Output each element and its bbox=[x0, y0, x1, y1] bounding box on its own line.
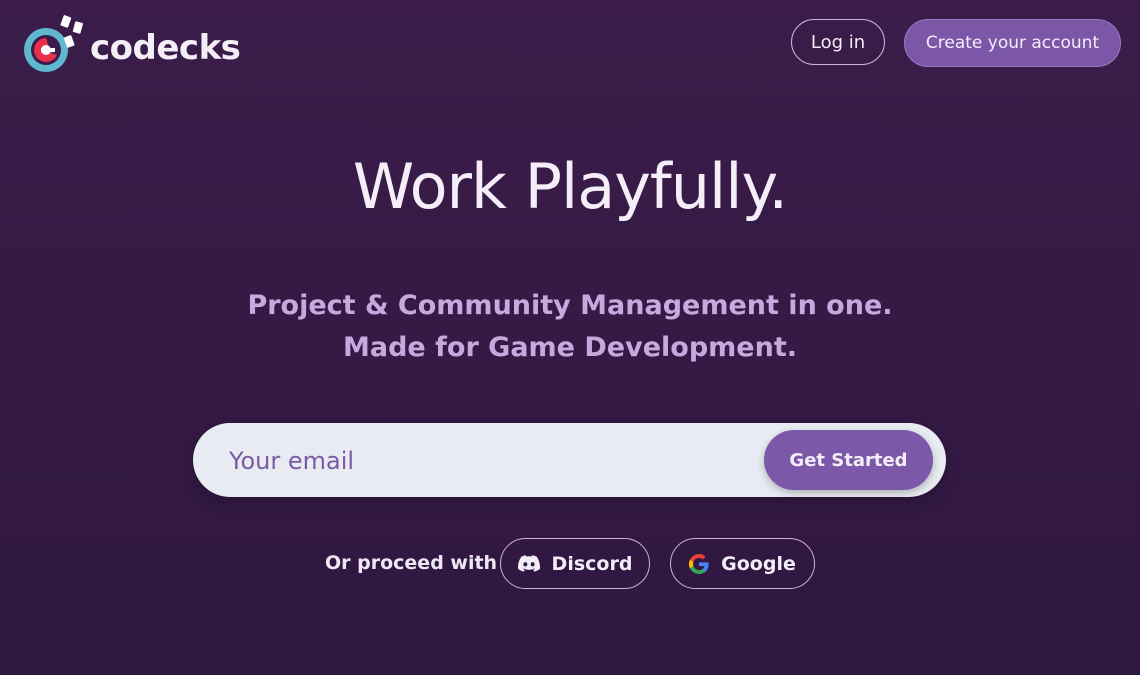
email-signup-form: Get Started bbox=[193, 423, 946, 497]
get-started-button[interactable]: Get Started bbox=[764, 430, 933, 490]
google-login-button[interactable]: Google bbox=[670, 538, 815, 589]
proceed-with-label: Or proceed with bbox=[325, 552, 498, 574]
create-account-button[interactable]: Create your account bbox=[904, 19, 1121, 67]
hero-title: Work Playfully. bbox=[352, 150, 788, 223]
google-label: Google bbox=[721, 552, 796, 575]
brand-name: codecks bbox=[90, 28, 241, 68]
hero-subtitle-line-1: Project & Community Management in one. bbox=[247, 290, 893, 321]
codecks-logo-icon bbox=[22, 12, 86, 76]
hero-subtitle-line-2: Made for Game Development. bbox=[343, 332, 797, 363]
login-button[interactable]: Log in bbox=[791, 19, 885, 65]
discord-label: Discord bbox=[551, 552, 633, 575]
discord-icon bbox=[517, 555, 540, 572]
hero-subtitle: Project & Community Management in one. M… bbox=[0, 285, 1140, 369]
google-icon bbox=[689, 553, 709, 574]
discord-login-button[interactable]: Discord bbox=[500, 538, 650, 589]
email-input[interactable] bbox=[227, 435, 751, 487]
brand-logo[interactable]: codecks bbox=[22, 12, 241, 76]
